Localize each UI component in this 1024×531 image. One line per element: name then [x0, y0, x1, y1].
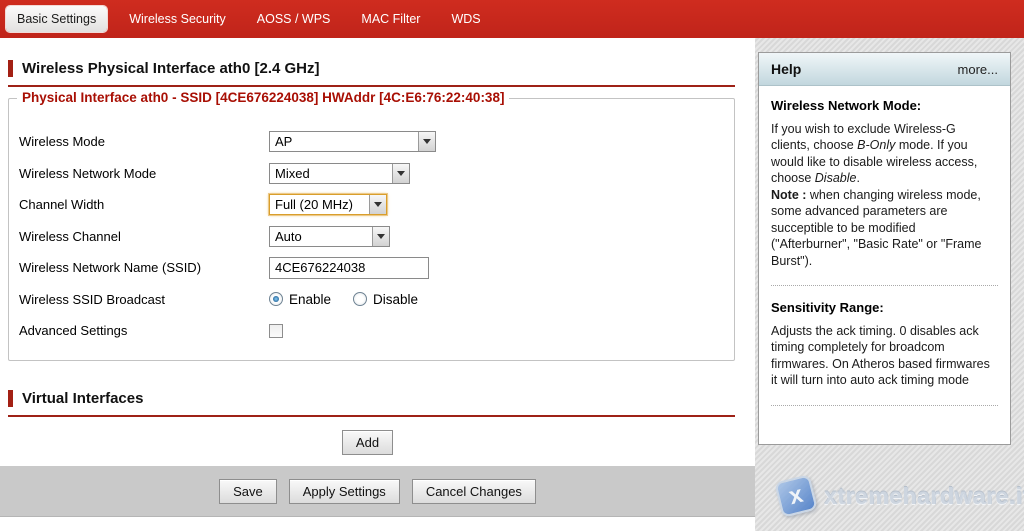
advanced-settings-checkbox[interactable] [269, 324, 283, 338]
help-divider [771, 285, 998, 286]
network-mode-select[interactable]: Mixed [269, 163, 410, 184]
help-body: Wireless Network Mode: If you wish to ex… [759, 86, 1010, 430]
page-title: Wireless Physical Interface ath0 [2.4 GH… [22, 60, 320, 77]
tab-wds[interactable]: WDS [442, 5, 489, 33]
tab-mac-filter[interactable]: MAC Filter [352, 5, 429, 33]
wireless-channel-value: Auto [270, 227, 372, 246]
row-advanced-settings: Advanced Settings [19, 315, 734, 347]
save-button[interactable]: Save [219, 479, 277, 504]
heading-accent-bar [8, 390, 13, 407]
ssid-input[interactable] [269, 257, 429, 279]
help-header: Help more... [759, 53, 1010, 86]
help-section1-paragraph: If you wish to exclude Wireless-G client… [771, 121, 998, 270]
help-panel: Help more... Wireless Network Mode: If y… [758, 52, 1011, 445]
wireless-mode-value: AP [270, 132, 418, 151]
tab-wireless-security[interactable]: Wireless Security [120, 5, 235, 33]
radio-disable-label: Disable [373, 292, 418, 307]
tab-basic-settings[interactable]: Basic Settings [6, 6, 107, 32]
physical-interface-fieldset: Physical Interface ath0 - SSID [4CE67622… [8, 98, 735, 361]
row-network-mode: Wireless Network Mode Mixed [19, 158, 734, 190]
apply-settings-button[interactable]: Apply Settings [289, 479, 400, 504]
ssid-label: Wireless Network Name (SSID) [19, 260, 269, 275]
heading-accent-bar [8, 60, 13, 77]
xtremehardware-logo-icon: x [774, 474, 818, 518]
wireless-mode-label: Wireless Mode [19, 134, 269, 149]
chevron-down-icon[interactable] [418, 132, 435, 151]
wireless-channel-label: Wireless Channel [19, 229, 269, 244]
section-heading-virtual-interfaces: Virtual Interfaces [8, 390, 143, 407]
watermark: x xtremehardware.it [778, 478, 1024, 514]
section-heading-physical-interface: Wireless Physical Interface ath0 [2.4 GH… [8, 60, 320, 77]
help-more-link[interactable]: more... [958, 62, 998, 77]
help-section2-paragraph: Adjusts the ack timing. 0 disables ack t… [771, 323, 998, 389]
wireless-channel-select[interactable]: Auto [269, 226, 390, 247]
wireless-mode-select[interactable]: AP [269, 131, 436, 152]
chevron-down-icon[interactable] [372, 227, 389, 246]
radio-enable[interactable] [269, 292, 283, 306]
heading-rule [8, 85, 735, 87]
cancel-changes-button[interactable]: Cancel Changes [412, 479, 536, 504]
row-channel-width: Channel Width Full (20 MHz) [19, 189, 734, 221]
channel-width-select[interactable]: Full (20 MHz) [269, 194, 387, 215]
radio-disable[interactable] [353, 292, 367, 306]
ssid-broadcast-disable-option[interactable]: Disable [353, 292, 418, 307]
radio-enable-label: Enable [289, 292, 331, 307]
heading-rule [8, 415, 735, 417]
row-wireless-channel: Wireless Channel Auto [19, 221, 734, 253]
network-mode-label: Wireless Network Mode [19, 166, 269, 181]
help-section1-heading: Wireless Network Mode: [771, 98, 998, 115]
channel-width-label: Channel Width [19, 197, 269, 212]
channel-width-value: Full (20 MHz) [270, 195, 369, 214]
help-divider [771, 405, 998, 406]
row-ssid: Wireless Network Name (SSID) [19, 252, 734, 284]
chevron-down-icon[interactable] [369, 195, 386, 214]
top-nav: Basic Settings Wireless Security AOSS / … [0, 0, 1024, 38]
chevron-down-icon[interactable] [392, 164, 409, 183]
add-button[interactable]: Add [342, 430, 393, 455]
ssid-broadcast-label: Wireless SSID Broadcast [19, 292, 269, 307]
virtual-interfaces-title: Virtual Interfaces [22, 390, 143, 407]
ssid-broadcast-radio-group: Enable Disable [269, 292, 418, 307]
row-wireless-mode: Wireless Mode AP [19, 126, 734, 158]
advanced-settings-label: Advanced Settings [19, 323, 269, 338]
help-section2-heading: Sensitivity Range: [771, 300, 998, 317]
watermark-text: xtremehardware.it [824, 483, 1024, 510]
network-mode-value: Mixed [270, 164, 392, 183]
help-title: Help [771, 61, 801, 77]
main-panel: Wireless Physical Interface ath0 [2.4 GH… [0, 38, 755, 531]
tab-aoss-wps[interactable]: AOSS / WPS [248, 5, 340, 33]
ssid-broadcast-enable-option[interactable]: Enable [269, 292, 331, 307]
fieldset-legend: Physical Interface ath0 - SSID [4CE67622… [17, 90, 509, 105]
row-ssid-broadcast: Wireless SSID Broadcast Enable Disable [19, 284, 734, 316]
help-note-label: Note : [771, 188, 806, 202]
footer-action-bar: Save Apply Settings Cancel Changes [0, 466, 755, 517]
